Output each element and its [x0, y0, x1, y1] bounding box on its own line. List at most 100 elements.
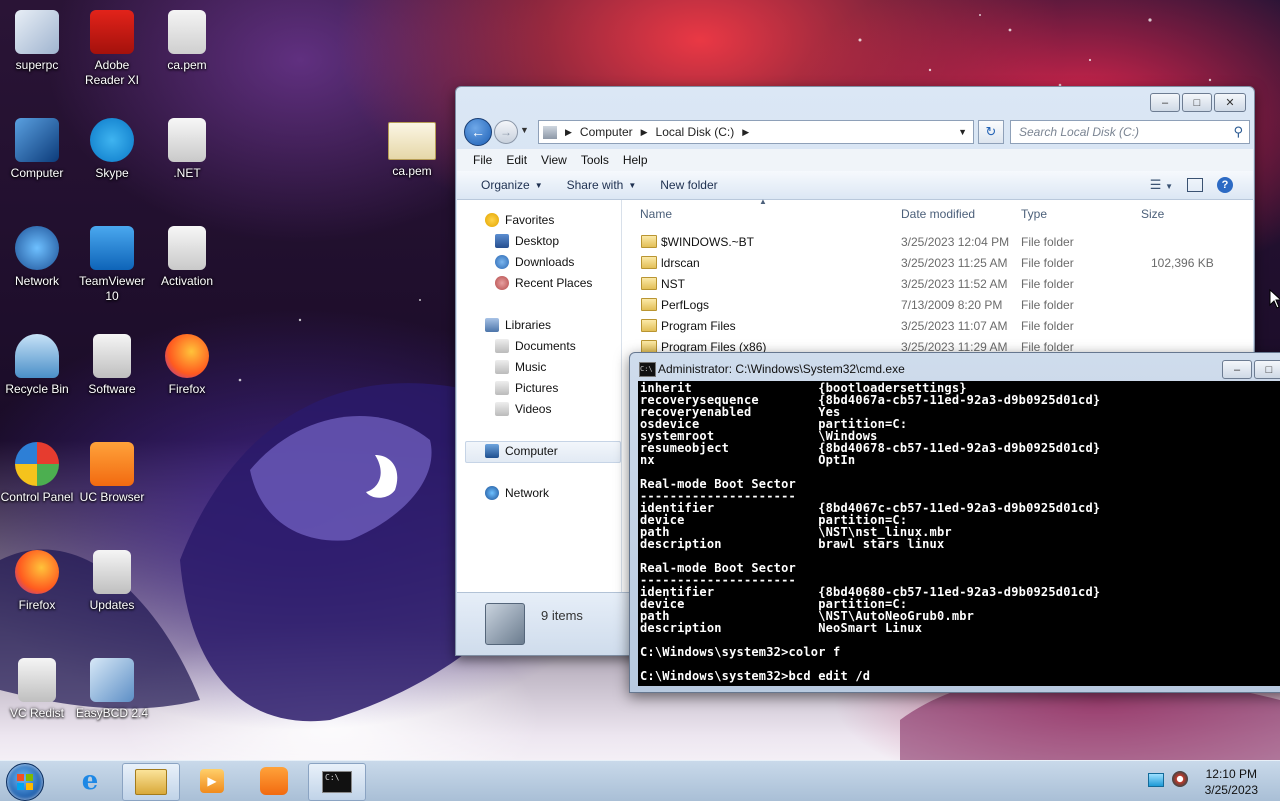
cmd-title: Administrator: C:\Windows\System32\cmd.e…: [658, 362, 905, 376]
item-count: 9 items: [541, 608, 583, 623]
minimize-button[interactable]: –: [1222, 360, 1252, 379]
column-header-size[interactable]: Size: [1141, 207, 1164, 221]
file-date: 3/25/2023 11:25 AM: [901, 256, 1008, 270]
taskbar-uc-browser[interactable]: [246, 763, 302, 799]
address-bar[interactable]: ▶ Computer ▶ Local Disk (C:) ▶ ▼: [538, 120, 974, 144]
taskbar-windows-explorer[interactable]: [122, 763, 180, 801]
breadcrumb-computer[interactable]: Computer: [580, 125, 633, 139]
menu-edit[interactable]: Edit: [506, 153, 527, 167]
desktop-icon-adobe-reader[interactable]: Adobe Reader XI: [74, 10, 150, 88]
search-icon[interactable]: ⚲: [1233, 124, 1243, 140]
desktop-icon-activation[interactable]: Activation: [149, 226, 225, 289]
recycle-bin-icon: [15, 334, 59, 378]
nav-computer[interactable]: Computer: [485, 441, 558, 461]
back-button[interactable]: ←: [464, 118, 492, 146]
column-header-date[interactable]: Date modified: [901, 207, 975, 221]
nav-videos-label: Videos: [515, 402, 552, 416]
organize-button[interactable]: Organize ▼: [481, 178, 543, 192]
desktop-icon: [495, 234, 509, 248]
chevron-down-icon: ▼: [534, 180, 543, 190]
share-with-button[interactable]: Share with ▼: [567, 178, 637, 192]
column-header-name[interactable]: Name: [640, 207, 672, 221]
desktop-icon-computer[interactable]: Computer: [0, 118, 75, 181]
nav-recent-places[interactable]: Recent Places: [495, 273, 592, 293]
desktop-icon-easybcd[interactable]: EasyBCD 2.4: [74, 658, 150, 721]
column-header-type[interactable]: Type: [1021, 207, 1047, 221]
desktop-icon-network[interactable]: Network: [0, 226, 75, 289]
volume-tray-icon[interactable]: [1172, 771, 1188, 787]
desktop-icon-recycle-bin[interactable]: Recycle Bin: [0, 334, 75, 397]
desktop-icon-dotnet[interactable]: .NET: [149, 118, 225, 181]
nav-music[interactable]: Music: [495, 357, 546, 377]
recent-places-icon: [495, 276, 509, 290]
file-date: 3/25/2023 11:52 AM: [901, 277, 1008, 291]
recent-pages-dropdown-icon[interactable]: ▼: [520, 125, 529, 135]
menu-view[interactable]: View: [541, 153, 567, 167]
menu-tools[interactable]: Tools: [581, 153, 609, 167]
nav-downloads[interactable]: Downloads: [495, 252, 574, 272]
file-row[interactable]: Program Files 3/25/2023 11:07 AM File fo…: [623, 316, 1253, 337]
breadcrumb-local-disk[interactable]: Local Disk (C:): [656, 125, 735, 139]
desktop-icon-vc-redist[interactable]: VC Redist: [0, 658, 75, 721]
nav-videos[interactable]: Videos: [495, 399, 551, 419]
desktop-icon-firefox[interactable]: Firefox: [149, 334, 225, 397]
nav-libraries-label: Libraries: [505, 318, 552, 332]
desktop-icon-updates[interactable]: Updates: [74, 550, 150, 613]
close-button[interactable]: ✕: [1214, 93, 1246, 112]
new-folder-button[interactable]: New folder: [660, 178, 717, 192]
adobe-reader-icon: [90, 10, 134, 54]
file-icon: [168, 10, 206, 54]
nav-documents[interactable]: Documents: [495, 336, 576, 356]
minimize-button[interactable]: –: [1150, 93, 1180, 112]
desktop-icon-control-panel[interactable]: Control Panel: [0, 442, 75, 505]
console-output[interactable]: inherit {bootloadersettings} recoveryseq…: [638, 381, 1280, 686]
system-clock[interactable]: 12:10 PM 3/25/2023: [1205, 766, 1258, 798]
nav-favorites-label: Favorites: [505, 213, 555, 227]
cmd-window[interactable]: C:\ Administrator: C:\Windows\System32\c…: [629, 352, 1280, 693]
address-dropdown-icon[interactable]: ▼: [958, 127, 967, 137]
desktop-icon-teamviewer[interactable]: TeamViewer 10: [74, 226, 150, 304]
search-input[interactable]: Search Local Disk (C:) ⚲: [1010, 120, 1250, 144]
file-row[interactable]: NST 3/25/2023 11:52 AM File folder: [623, 274, 1253, 295]
desktop-icon-ca-pem[interactable]: ca.pem: [149, 10, 225, 73]
file-name: $WINDOWS.~BT: [661, 235, 755, 249]
downloads-icon: [495, 255, 509, 269]
refresh-button[interactable]: ↻: [978, 120, 1004, 144]
file-icon: [168, 118, 206, 162]
taskbar-media-player[interactable]: ▶: [184, 763, 240, 799]
nav-favorites[interactable]: Favorites: [485, 210, 554, 230]
cmd-window-buttons: – □ ✕: [1222, 360, 1280, 379]
maximize-button[interactable]: □: [1254, 360, 1280, 379]
file-type: File folder: [1021, 277, 1074, 291]
start-button[interactable]: [6, 763, 44, 801]
nav-libraries[interactable]: Libraries: [485, 315, 551, 335]
network-tray-icon[interactable]: [1148, 773, 1164, 787]
help-icon[interactable]: ?: [1217, 177, 1233, 193]
desktop-icon-firefox-2[interactable]: Firefox: [0, 550, 75, 613]
file-date: 7/13/2009 8:20 PM: [901, 298, 1003, 312]
music-icon: [495, 360, 509, 374]
file-row[interactable]: $WINDOWS.~BT 3/25/2023 12:04 PM File fol…: [623, 232, 1253, 253]
taskbar-internet-explorer[interactable]: e: [62, 763, 118, 799]
network-icon: [485, 486, 499, 500]
nav-network[interactable]: Network: [485, 483, 549, 503]
menu-help[interactable]: Help: [623, 153, 648, 167]
desktop-icon-skype[interactable]: Skype: [74, 118, 150, 181]
maximize-button[interactable]: □: [1182, 93, 1212, 112]
desktop-icon-software[interactable]: Software: [74, 334, 150, 397]
nav-desktop[interactable]: Desktop: [495, 231, 559, 251]
nav-pictures[interactable]: Pictures: [495, 378, 558, 398]
file-row[interactable]: ldrscan 3/25/2023 11:25 AM File folder 1…: [623, 253, 1253, 274]
file-row[interactable]: PerfLogs 7/13/2009 8:20 PM File folder: [623, 295, 1253, 316]
view-options-icon[interactable]: ☰ ▼: [1150, 177, 1173, 193]
desktop-icon-ca-pem-certificate[interactable]: ca.pem: [374, 118, 450, 179]
taskbar-command-prompt[interactable]: C:\: [308, 763, 366, 801]
file-date: 3/25/2023 12:04 PM: [901, 235, 1010, 249]
desktop-icon-superpc[interactable]: superpc: [0, 10, 75, 73]
preview-pane-icon[interactable]: [1187, 178, 1203, 192]
forward-button[interactable]: →: [494, 120, 518, 144]
menu-file[interactable]: File: [473, 153, 492, 167]
desktop-icon-uc-browser[interactable]: UC Browser: [74, 442, 150, 505]
sort-up-icon: ▲: [759, 197, 767, 206]
folder-icon: [641, 319, 657, 332]
